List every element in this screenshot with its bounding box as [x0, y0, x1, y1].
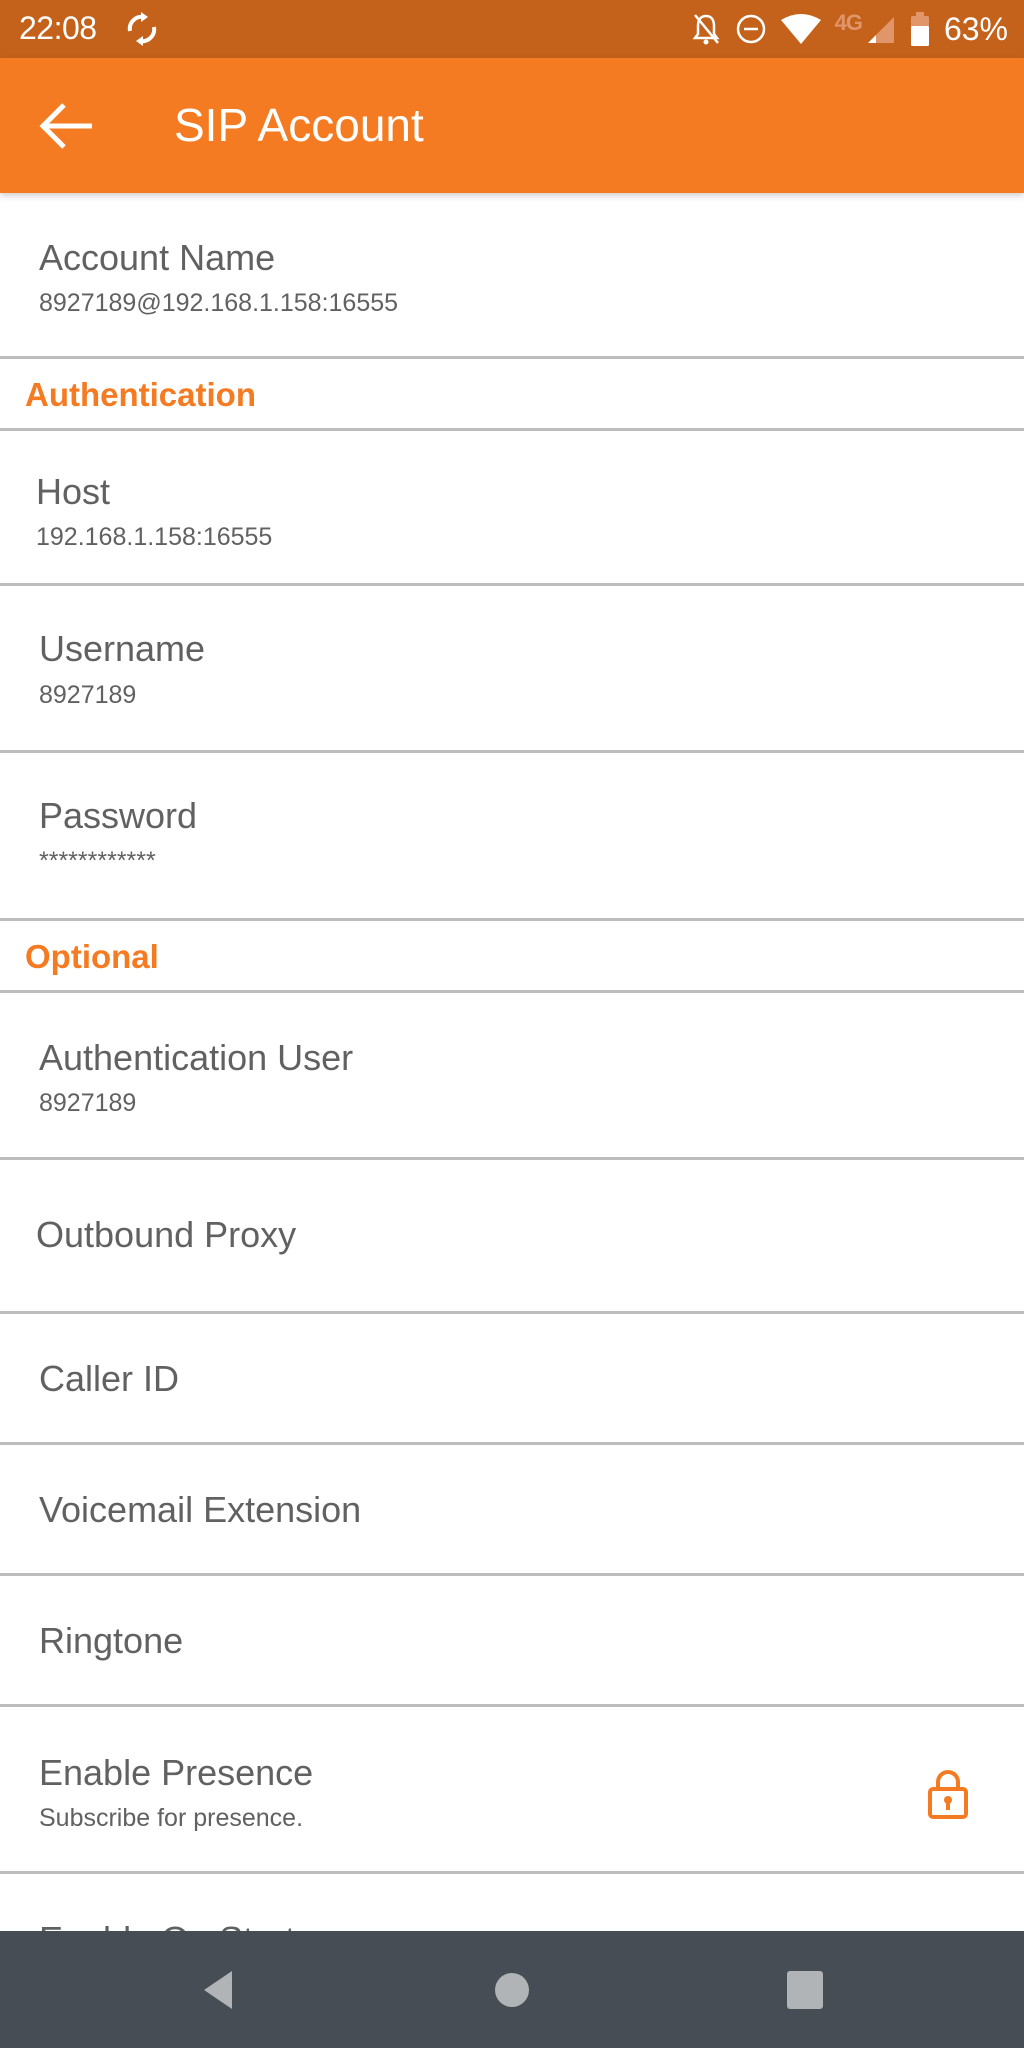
pref-value: 192.168.1.158:16555 — [36, 523, 273, 551]
cell-signal-icon — [866, 13, 896, 45]
category-optional: Optional — [0, 921, 1024, 993]
pref-ringtone[interactable]: Ringtone — [0, 1576, 1024, 1707]
category-authentication: Authentication — [0, 359, 1024, 431]
lock-icon[interactable] — [927, 1769, 969, 1819]
do-not-disturb-icon — [735, 13, 767, 45]
status-bar: 22:08 4G 63% — [0, 0, 1024, 58]
category-title: Authentication — [25, 376, 256, 413]
pref-value: 8927189 — [39, 1089, 137, 1117]
pref-value: 8927189 — [39, 681, 137, 709]
pref-outbound-proxy[interactable]: Outbound Proxy — [0, 1160, 1024, 1314]
battery-percent: 63% — [943, 10, 1008, 47]
notifications-off-icon — [691, 12, 721, 46]
nav-recents-icon[interactable] — [782, 1967, 828, 2013]
pref-label: Ringtone — [39, 1620, 184, 1661]
page-title: SIP Account — [174, 99, 424, 151]
pref-label: Password — [39, 795, 198, 836]
pref-enable-on-start[interactable]: Enable On Start — [0, 1874, 1024, 1931]
pref-value: ************ — [39, 847, 156, 875]
wifi-icon — [780, 14, 821, 44]
category-title: Optional — [25, 938, 159, 975]
pref-authentication-user[interactable]: Authentication User 8927189 — [0, 993, 1024, 1160]
battery-icon — [910, 12, 930, 46]
pref-caller-id[interactable]: Caller ID — [0, 1314, 1024, 1445]
pref-label: Voicemail Extension — [39, 1489, 362, 1530]
sync-icon — [122, 9, 162, 49]
pref-label: Username — [39, 628, 206, 669]
pref-label: Host — [36, 471, 111, 512]
status-time: 22:08 — [19, 10, 97, 46]
lte-4g-icon: 4G — [834, 10, 863, 35]
pref-value: 8927189@192.168.1.158:16555 — [39, 289, 399, 317]
pref-label: Caller ID — [39, 1358, 180, 1399]
nav-home-icon[interactable] — [489, 1967, 535, 2013]
pref-label: Outbound Proxy — [36, 1214, 297, 1255]
pref-label: Enable On Start — [39, 1919, 295, 1931]
pref-label: Account Name — [39, 237, 276, 278]
pref-account-name[interactable]: Account Name 8927189@192.168.1.158:16555 — [0, 193, 1024, 359]
navigation-bar — [0, 1931, 1024, 2048]
nav-back-icon[interactable] — [196, 1967, 242, 2013]
arrow-back-icon[interactable] — [38, 102, 96, 150]
pref-username[interactable]: Username 8927189 — [0, 586, 1024, 753]
pref-label: Enable Presence — [39, 1752, 314, 1793]
settings-list[interactable]: Account Name 8927189@192.168.1.158:16555… — [0, 193, 1024, 1931]
pref-label: Authentication User — [39, 1037, 354, 1078]
pref-value: Subscribe for presence. — [39, 1804, 304, 1832]
pref-host[interactable]: Host 192.168.1.158:16555 — [0, 431, 1024, 586]
pref-enable-presence[interactable]: Enable Presence Subscribe for presence. — [0, 1707, 1024, 1874]
pref-voicemail-extension[interactable]: Voicemail Extension — [0, 1445, 1024, 1576]
app-bar: SIP Account — [0, 58, 1024, 193]
pref-password[interactable]: Password ************ — [0, 753, 1024, 921]
